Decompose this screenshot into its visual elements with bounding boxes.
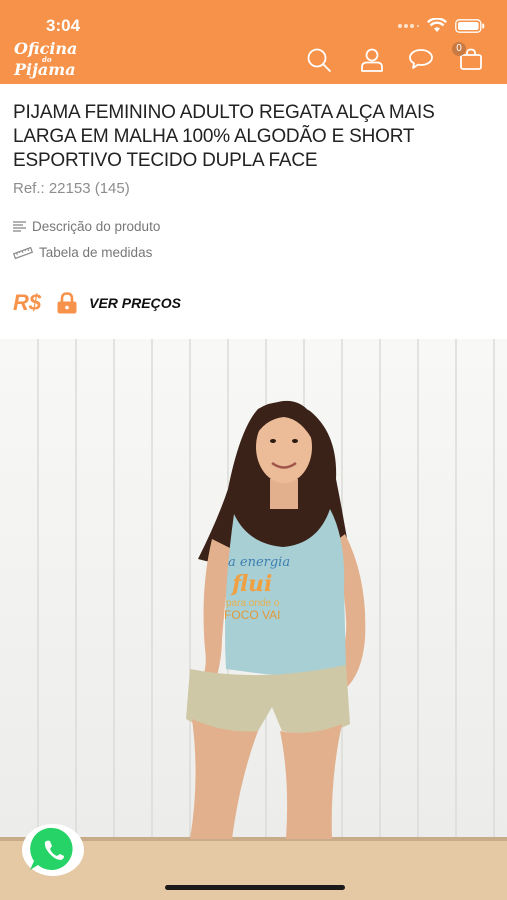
wifi-icon [427, 18, 447, 32]
signal-dots-icon [398, 23, 419, 28]
whatsapp-button[interactable] [21, 823, 85, 877]
product-description-link[interactable]: Descrição do produto [13, 219, 160, 234]
status-icons [397, 18, 485, 33]
app-header: 3:04 Oficina do Pijama 0 [0, 0, 507, 84]
list-lines-icon [13, 221, 26, 232]
size-table-label: Tabela de medidas [39, 245, 153, 260]
shirt-print-line-4: FOCO VAI [224, 608, 280, 622]
shirt-print-line-2: flui [230, 571, 272, 597]
product-ref: Ref.: 22153 (145) [13, 180, 130, 197]
home-indicator [165, 885, 345, 890]
product-description-label: Descrição do produto [32, 219, 161, 234]
search-icon[interactable] [306, 47, 332, 73]
product-image[interactable]: a energia flui para onde o FOCO VAI [0, 339, 507, 900]
see-prices-button[interactable]: VER PREÇOS [89, 295, 181, 311]
ruler-icon [13, 246, 33, 259]
battery-icon [455, 18, 485, 33]
see-prices-row[interactable]: R$ VER PREÇOS [13, 290, 181, 316]
lock-icon [57, 292, 77, 314]
cart-count-badge: 0 [452, 42, 466, 56]
logo-line-3: Pijama [14, 60, 76, 79]
product-photo: a energia flui para onde o FOCO VAI [0, 339, 507, 900]
user-icon[interactable] [360, 47, 384, 73]
shirt-print-line-1: a energia [228, 555, 290, 570]
status-time: 3:04 [46, 16, 81, 35]
size-table-link[interactable]: Tabela de medidas [13, 245, 152, 260]
brand-logo[interactable]: Oficina do Pijama [14, 41, 77, 78]
chat-icon[interactable] [408, 47, 434, 71]
product-title: PIJAMA FEMININO ADULTO REGATA ALÇA MAIS … [13, 102, 435, 171]
currency-symbol: R$ [13, 290, 42, 315]
